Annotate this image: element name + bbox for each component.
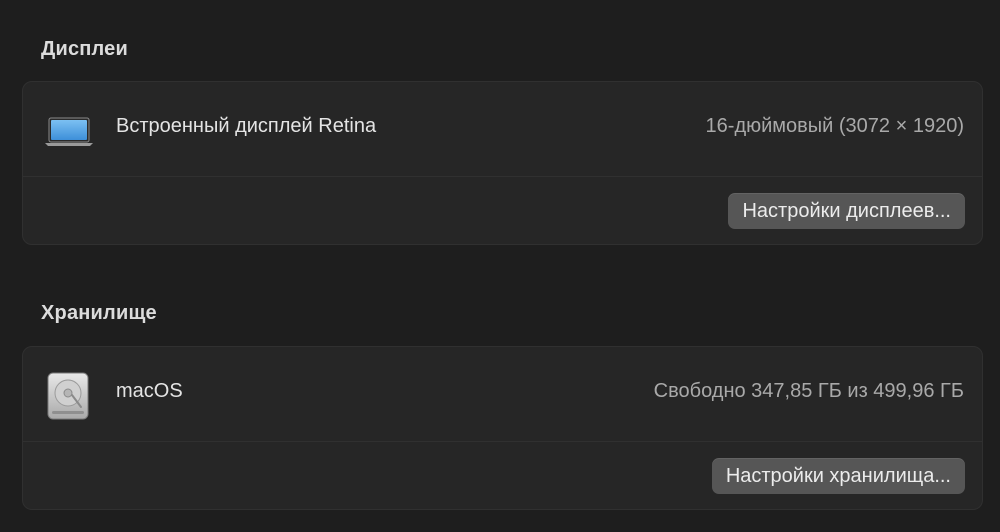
storage-section-title: Хранилище [41,302,157,324]
laptop-icon [43,106,95,158]
storage-row-macos[interactable]: macOS Свободно 347,85 ГБ из 499,96 ГБ [23,347,982,442]
display-resolution: 16-дюймовый (3072 × 1920) [705,115,964,137]
displays-section-title: Дисплеи [41,38,129,60]
storage-name: macOS [116,380,183,402]
storage-settings-button[interactable]: Настройки хранилища... [711,458,965,494]
storage-free-space: Свободно 347,85 ГБ из 499,96 ГБ [653,380,964,402]
display-name: Встроенный дисплей Retina [116,115,377,137]
displays-card: Встроенный дисплей Retina 16-дюймовый (3… [22,81,983,245]
hard-drive-icon [43,371,95,423]
storage-card: macOS Свободно 347,85 ГБ из 499,96 ГБ На… [22,346,983,510]
display-settings-button[interactable]: Настройки дисплеев... [728,193,965,229]
display-row-built-in[interactable]: Встроенный дисплей Retina 16-дюймовый (3… [23,82,982,177]
